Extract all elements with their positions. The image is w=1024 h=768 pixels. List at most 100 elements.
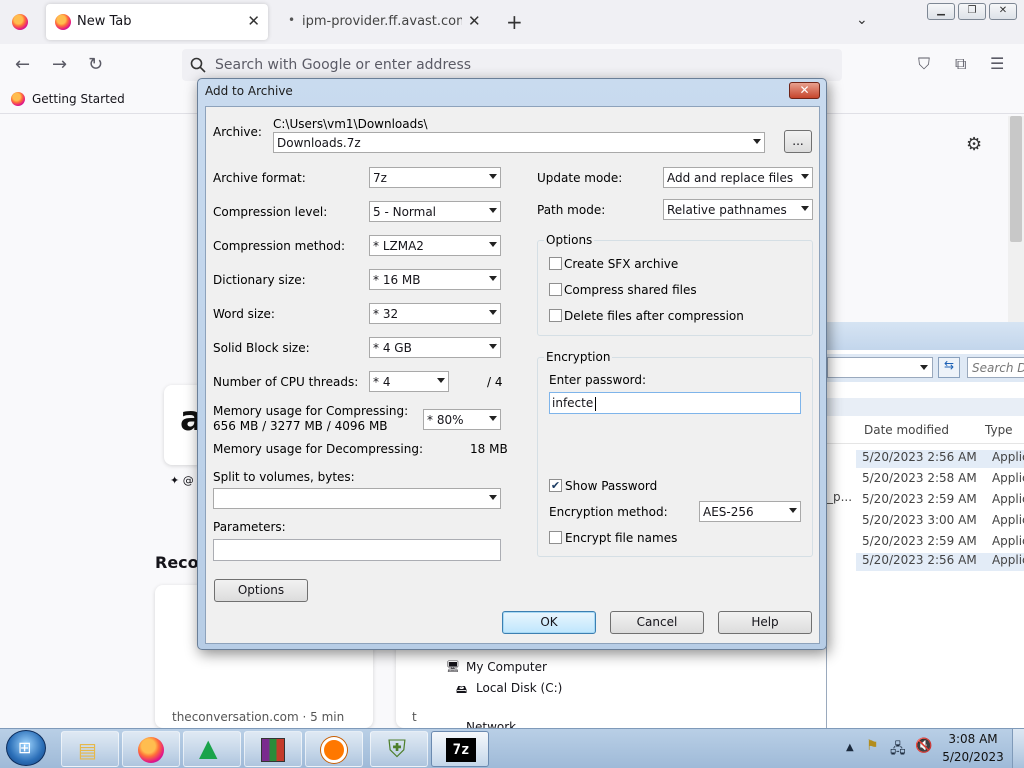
select-value: * 16 MB (373, 273, 421, 287)
tab-dot-icon: • (288, 13, 296, 27)
encryption-method-select[interactable]: AES-256 (699, 501, 801, 522)
dialog-title: Add to Archive (205, 84, 293, 98)
update-mode-select[interactable]: Add and replace files (663, 167, 813, 188)
tab-avast[interactable]: • ipm-provider.ff.avast.com/?dat ✕ (282, 4, 482, 40)
taskbar-7zip[interactable]: 7z (431, 731, 489, 767)
explorer-path-box[interactable] (827, 357, 933, 378)
7zip-icon: 7z (446, 738, 476, 762)
ok-button[interactable]: OK (502, 611, 596, 634)
forward-icon[interactable]: → (52, 54, 67, 75)
compression-level-select[interactable]: 5 - Normal (369, 201, 501, 222)
dictionary-size-select[interactable]: * 16 MB (369, 269, 501, 290)
computer-icon: 🖥 (446, 660, 460, 673)
solid-block-size-select[interactable]: * 4 GB (369, 337, 501, 358)
taskbar-avast[interactable] (305, 731, 363, 767)
winrar-icon (261, 738, 285, 762)
archive-format-select[interactable]: 7z (369, 167, 501, 188)
cpu-threads-select[interactable]: * 4 (369, 371, 449, 392)
text-cursor (595, 397, 596, 411)
scrollbar-thumb[interactable] (1010, 116, 1022, 242)
compress-shared-label: Compress shared files (564, 283, 697, 297)
clock-date[interactable]: 5/20/2023 (942, 750, 1004, 764)
column-date-modified[interactable]: Date modified (864, 423, 949, 437)
bookmark-getting-started[interactable]: Getting Started (32, 92, 125, 106)
password-value: infecte (552, 396, 594, 410)
archive-name-combo[interactable]: Downloads.7z (273, 132, 765, 153)
explorer-column-headers: Date modified Type (827, 416, 1024, 444)
chevron-down-icon (489, 242, 497, 247)
app-green-triangle-icon: ▲ (199, 734, 218, 762)
taskbar-firefox[interactable] (122, 731, 180, 767)
select-value: * 80% (427, 413, 464, 427)
explorer-toolbar (827, 398, 1024, 416)
chevron-down-icon (489, 276, 497, 281)
address-bar[interactable]: Search with Google or enter address (182, 49, 842, 81)
chevron-down-icon (437, 378, 445, 383)
cancel-button[interactable]: Cancel (610, 611, 704, 634)
encrypt-names-checkbox[interactable] (549, 531, 562, 544)
settings-gear-icon[interactable]: ⚙ (966, 134, 982, 155)
table-row[interactable]: 5/20/2023 2:59 AM Applicat (862, 492, 1024, 506)
taskbar-file-explorer[interactable]: ▤ (61, 731, 119, 767)
word-size-select[interactable]: * 32 (369, 303, 501, 324)
compression-method-select[interactable]: * LZMA2 (369, 235, 501, 256)
close-tab-icon[interactable]: ✕ (247, 12, 260, 30)
menu-icon[interactable]: ☰ (990, 54, 1004, 73)
help-button[interactable]: Help (718, 611, 812, 634)
start-button[interactable]: ⊞ (6, 730, 46, 766)
path-mode-select[interactable]: Relative pathnames (663, 199, 813, 220)
memory-usage-select[interactable]: * 80% (423, 409, 501, 430)
new-tab-button[interactable]: + (506, 10, 523, 34)
dialog-close-button[interactable]: ✕ (789, 82, 820, 99)
network-icon[interactable]: 🖧 (890, 738, 906, 762)
taskbar-antivirus[interactable]: ⛨ (370, 731, 428, 767)
minimize-button[interactable]: ▁ (927, 3, 955, 20)
password-input[interactable]: infecte (549, 392, 801, 414)
clock-time[interactable]: 3:08 AM (942, 732, 1004, 746)
back-icon[interactable]: ← (15, 54, 30, 75)
archive-label: Archive: (213, 125, 262, 139)
extensions-icon[interactable]: ⧉ (955, 54, 966, 74)
volume-muted-icon[interactable]: 🔇 (915, 738, 932, 754)
parameters-input[interactable] (213, 539, 501, 561)
tab-label: ipm-provider.ff.avast.com/?dat (302, 14, 462, 29)
pocket-icon[interactable]: ⛉ (918, 54, 930, 74)
compress-shared-checkbox[interactable] (549, 283, 562, 296)
path-mode-label: Path mode: (537, 203, 606, 217)
close-window-button[interactable]: ✕ (989, 3, 1017, 20)
options-button[interactable]: Options (214, 579, 308, 602)
restore-button[interactable]: ❐ (958, 3, 986, 20)
tree-my-computer[interactable]: My Computer (466, 660, 547, 674)
refresh-icon[interactable]: ⇆ (938, 357, 960, 378)
taskbar-app-green[interactable]: ▲ (183, 731, 241, 767)
show-desktop-button[interactable] (1012, 729, 1024, 768)
table-row[interactable]: 5/20/2023 2:56 AM Applicat (856, 450, 1024, 468)
chevron-down-icon (789, 508, 797, 513)
table-row[interactable]: 5/20/2023 2:56 AM Applicat (856, 553, 1024, 571)
tab-new-tab[interactable]: New Tab ✕ (46, 4, 268, 40)
firefox-icon (11, 92, 25, 106)
create-sfx-checkbox[interactable] (549, 257, 562, 270)
table-row[interactable]: 5/20/2023 2:58 AM Applicat (862, 471, 1024, 485)
browse-button[interactable]: ... (784, 130, 812, 153)
tree-local-disk[interactable]: Local Disk (C:) (476, 681, 562, 695)
chevron-down-icon (489, 174, 497, 179)
list-tabs-icon[interactable]: ⌄ (856, 12, 868, 28)
table-row[interactable]: 5/20/2023 3:00 AM Applicat (862, 513, 1024, 527)
show-hidden-icons[interactable]: ▲ (846, 742, 854, 753)
firefox-menu-icon[interactable] (12, 14, 28, 30)
split-volumes-combo[interactable] (213, 488, 501, 509)
table-row[interactable]: 5/20/2023 2:59 AM Applicat (862, 534, 1024, 548)
archive-path: C:\Users\vm1\Downloads\ (273, 117, 428, 131)
delete-after-checkbox[interactable] (549, 309, 562, 322)
show-password-checkbox[interactable]: ✔ (549, 479, 562, 492)
taskbar-winrar[interactable] (244, 731, 302, 767)
select-value: * 32 (373, 307, 399, 321)
explorer-search-box[interactable]: Search Do (967, 357, 1024, 378)
tree-network[interactable]: Network (466, 720, 516, 728)
action-center-icon[interactable]: ⚑ (866, 738, 879, 754)
search-placeholder: Search Do (972, 361, 1024, 375)
close-tab-icon[interactable]: ✕ (468, 12, 481, 30)
column-type[interactable]: Type (985, 423, 1013, 437)
reload-icon[interactable]: ↻ (88, 54, 103, 75)
